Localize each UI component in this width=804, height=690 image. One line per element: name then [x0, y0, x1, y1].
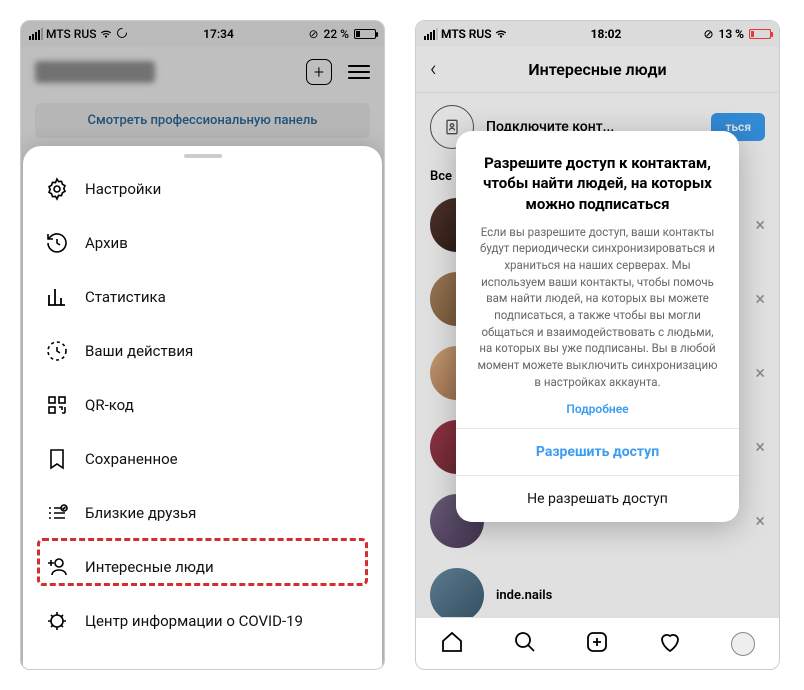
contacts-permission-modal: Разрешите доступ к контактам, чтобы найт…: [456, 131, 739, 522]
menu-item-closefriends[interactable]: Близкие друзья: [23, 486, 382, 540]
settings-bottom-sheet: Настройки Архив Статистика Ваши действия…: [23, 146, 382, 669]
menu-item-activity[interactable]: Ваши действия: [23, 324, 382, 378]
sheet-grabber[interactable]: [184, 154, 222, 158]
allow-access-button[interactable]: Разрешить доступ: [456, 428, 739, 475]
status-bar-overlay: MTS RUS 18:02 ⊘ 13 %: [416, 21, 779, 47]
menu-label: Ваши действия: [85, 342, 193, 360]
chart-icon: [45, 285, 69, 309]
modal-title: Разрешите доступ к контактам, чтобы найт…: [474, 153, 721, 214]
bottom-tab-bar: [416, 617, 779, 669]
tab-search[interactable]: [513, 630, 537, 658]
menu-label: Статистика: [85, 288, 166, 306]
phone-right: MTS RUS 18:02 ⊘ 13 % ‹ Интересные люди П…: [415, 20, 780, 670]
tab-home[interactable]: [440, 630, 464, 658]
closefriends-icon: [45, 501, 69, 525]
activity-icon: [45, 339, 69, 363]
covid-icon: [45, 609, 69, 633]
discover-people-icon: [45, 555, 69, 579]
menu-item-settings[interactable]: Настройки: [23, 162, 382, 216]
modal-body: Если вы разрешите доступ, ваши контакты …: [474, 224, 721, 391]
archive-icon: [45, 231, 69, 255]
menu-item-discover[interactable]: Интересные люди: [23, 540, 382, 594]
tab-profile[interactable]: [731, 632, 755, 656]
menu-label: Центр информации о COVID-19: [85, 612, 303, 630]
menu-label: Архив: [85, 234, 128, 252]
menu-label: Интересные люди: [85, 558, 214, 576]
menu-item-archive[interactable]: Архив: [23, 216, 382, 270]
phone-left: MTS RUS 17:34 ⊘ 22 % + Смотреть професси…: [20, 20, 385, 670]
menu-label: Сохраненное: [85, 450, 178, 468]
bookmark-icon: [45, 447, 69, 471]
menu-item-qr[interactable]: QR-код: [23, 378, 382, 432]
qr-icon: [45, 393, 69, 417]
menu-item-covid[interactable]: Центр информации о COVID-19: [23, 594, 382, 648]
menu-item-saved[interactable]: Сохраненное: [23, 432, 382, 486]
menu-label: Близкие друзья: [85, 504, 196, 522]
learn-more-link[interactable]: Подробнее: [474, 402, 721, 416]
menu-label: Настройки: [85, 180, 161, 198]
menu-item-insights[interactable]: Статистика: [23, 270, 382, 324]
deny-access-button[interactable]: Не разрешать доступ: [456, 475, 739, 522]
tab-activity[interactable]: [658, 630, 682, 658]
tab-create[interactable]: [585, 630, 609, 658]
gear-icon: [45, 177, 69, 201]
menu-label: QR-код: [85, 396, 134, 414]
